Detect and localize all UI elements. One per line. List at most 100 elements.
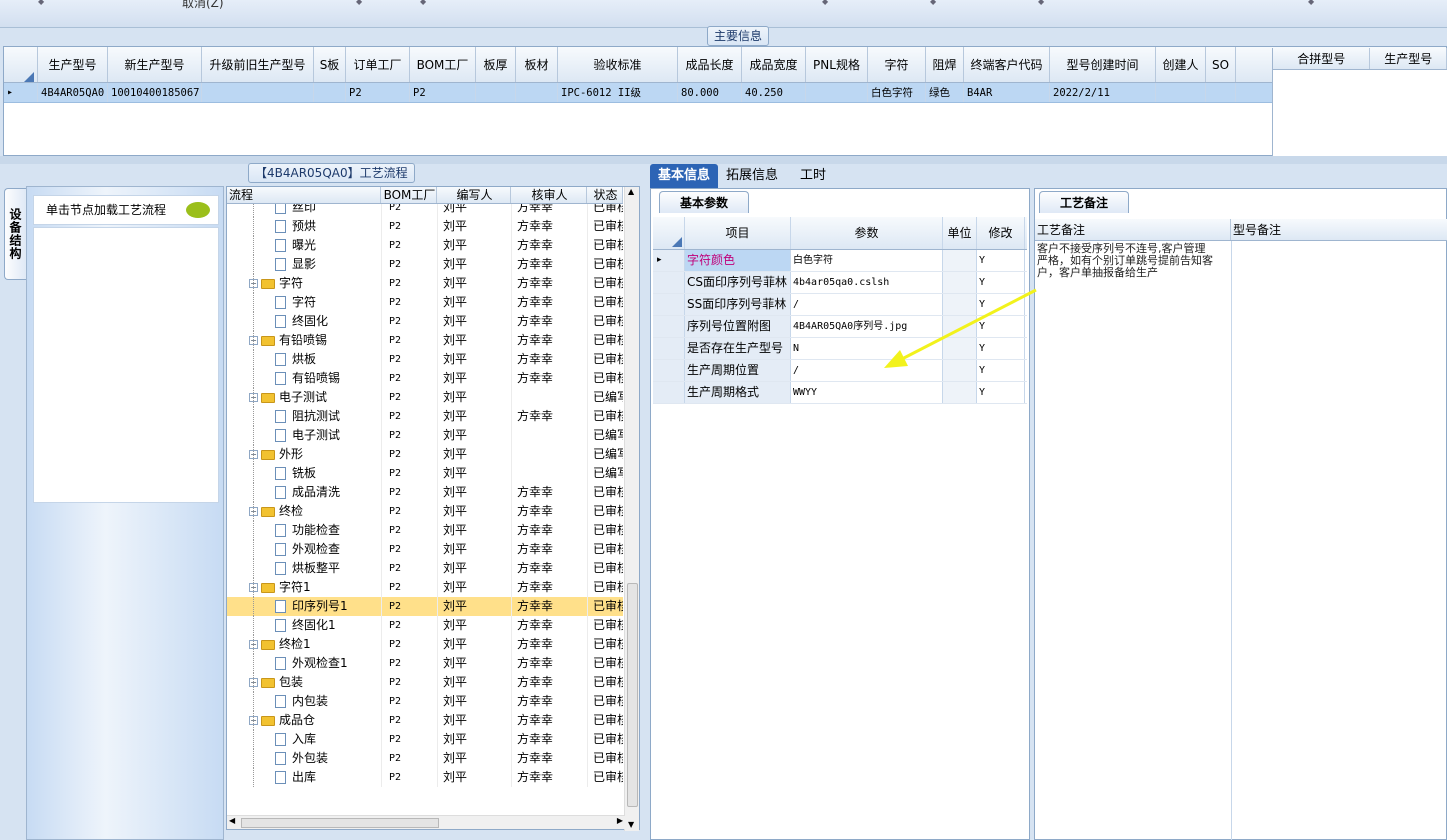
column-header[interactable]: 升级前旧生产型号	[202, 47, 314, 82]
tree-node[interactable]: 外观检查	[227, 540, 381, 559]
table-cell[interactable]: IPC-6012 II级	[558, 83, 678, 102]
param-column-header[interactable]: 单位	[943, 217, 977, 249]
table-cell[interactable]: 10010400185067	[108, 83, 202, 102]
tree-node[interactable]: 印序列号1	[227, 597, 381, 616]
tree-node[interactable]: 功能检查	[227, 521, 381, 540]
tree-node[interactable]: − 终检1	[227, 635, 381, 654]
tree-row[interactable]: 终固化1 P2刘平方幸幸已审核	[227, 616, 623, 635]
tree-node[interactable]: 成品清洗	[227, 483, 381, 502]
column-header[interactable]: 终端客户代码	[964, 47, 1050, 82]
tree-row[interactable]: 预烘 P2刘平方幸幸已审核	[227, 217, 623, 236]
tree-row[interactable]: −字符P2刘平方幸幸已审核	[227, 274, 623, 293]
table-cell[interactable]: 40.250	[742, 83, 806, 102]
tree-node[interactable]: 阻抗测试	[227, 407, 381, 426]
tab-extended-info[interactable]: 拓展信息	[718, 164, 786, 188]
tree-row[interactable]: 丝印 P2刘平方幸幸已审核	[227, 204, 623, 217]
row-indicator-icon[interactable]	[653, 272, 685, 293]
tree-node[interactable]: 预烘	[227, 217, 381, 236]
process-remark-text[interactable]: 客户不接受序列号不连号,客户管理严格，如有个别订单跳号提前告知客户，客户单抽报备…	[1037, 243, 1215, 279]
tree-row[interactable]: −字符1P2刘平方幸幸已审核	[227, 578, 623, 597]
tree-node[interactable]: 铣板	[227, 464, 381, 483]
equipment-tree[interactable]	[33, 227, 219, 503]
tree-row[interactable]: 外观检查1 P2刘平方幸幸已审核	[227, 654, 623, 673]
tree-node[interactable]: 丝印	[227, 204, 381, 217]
row-indicator-icon[interactable]	[653, 316, 685, 337]
column-header[interactable]: 新生产型号	[108, 47, 202, 82]
tree-node[interactable]: 终固化	[227, 312, 381, 331]
tree-row[interactable]: 成品清洗 P2刘平方幸幸已审核	[227, 483, 623, 502]
param-column-header[interactable]: 项目	[685, 217, 791, 249]
tree-node[interactable]: − 电子测试	[227, 388, 381, 407]
tree-row[interactable]: 烘板整平 P2刘平方幸幸已审核	[227, 559, 623, 578]
table-cell[interactable]	[202, 83, 314, 102]
tree-row[interactable]: 阻抗测试 P2刘平方幸幸已审核	[227, 407, 623, 426]
tree-row[interactable]: 铣板 P2刘平 已编写	[227, 464, 623, 483]
chevron-down-icon[interactable]: ◆	[822, 0, 828, 6]
chevron-down-icon[interactable]: ◆	[420, 0, 426, 6]
scroll-down-icon[interactable]: ▼	[628, 820, 634, 829]
tree-node[interactable]: 入库	[227, 730, 381, 749]
tree-row[interactable]: 印序列号1 P2刘平方幸幸已审核	[227, 597, 623, 616]
column-header[interactable]: SO	[1206, 47, 1236, 82]
tree-row[interactable]: 入库 P2刘平方幸幸已审核	[227, 730, 623, 749]
column-header[interactable]: 字符	[868, 47, 926, 82]
tree-row[interactable]: 外观检查 P2刘平方幸幸已审核	[227, 540, 623, 559]
table-cell[interactable]: 绿色	[926, 83, 964, 102]
tree-node[interactable]: 字符	[227, 293, 381, 312]
tab-basic-params[interactable]: 基本参数	[659, 191, 749, 213]
column-header[interactable]: 板材	[516, 47, 558, 82]
scrollbar-thumb[interactable]	[627, 583, 638, 807]
param-value-cell[interactable]: WWYY	[791, 382, 943, 403]
tree-node[interactable]: 内包装	[227, 692, 381, 711]
column-header[interactable]: 板厚	[476, 47, 516, 82]
tree-node[interactable]: 烘板整平	[227, 559, 381, 578]
tree-column-header[interactable]: 核审人	[511, 187, 587, 203]
tree-node[interactable]: − 成品仓	[227, 711, 381, 730]
tree-row[interactable]: 有铅喷锡 P2刘平方幸幸已审核	[227, 369, 623, 388]
model-remark-column-header[interactable]: 型号备注	[1231, 219, 1447, 240]
tree-row[interactable]: 内包装 P2刘平方幸幸已审核	[227, 692, 623, 711]
column-header[interactable]: 验收标准	[558, 47, 678, 82]
chevron-down-icon[interactable]: ◆	[356, 0, 362, 6]
equipment-structure-tab[interactable]: 设备结构	[4, 188, 26, 280]
merge-column-header[interactable]: 合拼型号	[1273, 48, 1371, 69]
horizontal-scrollbar[interactable]: ◀ ▶	[227, 815, 625, 829]
table-cell[interactable]: 4B4AR05QA0	[38, 83, 108, 102]
chevron-down-icon[interactable]: ◆	[1308, 0, 1314, 6]
tree-row[interactable]: 电子测试 P2刘平 已编写	[227, 426, 623, 445]
vertical-scrollbar[interactable]: ▲ ▼	[624, 187, 639, 831]
tree-row[interactable]: −电子测试P2刘平 已编写	[227, 388, 623, 407]
chevron-down-icon[interactable]: ◆	[38, 0, 44, 6]
tree-node[interactable]: − 字符	[227, 274, 381, 293]
tree-row[interactable]: −终检P2刘平方幸幸已审核	[227, 502, 623, 521]
column-header[interactable]: 成品宽度	[742, 47, 806, 82]
tree-row[interactable]: −成品仓P2刘平方幸幸已审核	[227, 711, 623, 730]
process-remark-column-header[interactable]: 工艺备注	[1035, 219, 1231, 240]
scroll-up-icon[interactable]: ▲	[628, 187, 634, 196]
tree-row[interactable]: −终检1P2刘平方幸幸已审核	[227, 635, 623, 654]
tree-node[interactable]: − 终检	[227, 502, 381, 521]
column-header[interactable]: 订单工厂	[346, 47, 410, 82]
tree-node[interactable]: 曝光	[227, 236, 381, 255]
tree-node[interactable]: 外包装	[227, 749, 381, 768]
table-cell[interactable]	[806, 83, 868, 102]
tree-node[interactable]: − 有铅喷锡	[227, 331, 381, 350]
column-header[interactable]: 成品长度	[678, 47, 742, 82]
column-header[interactable]: BOM工厂	[410, 47, 476, 82]
production-model-column-header[interactable]: 生产型号	[1370, 48, 1447, 69]
param-value-cell[interactable]: 白色字符	[791, 250, 943, 271]
table-cell[interactable]: P2	[346, 83, 410, 102]
scroll-left-icon[interactable]: ◀	[229, 816, 235, 825]
table-cell[interactable]: 80.000	[678, 83, 742, 102]
table-cell[interactable]: B4AR	[964, 83, 1050, 102]
table-cell[interactable]	[314, 83, 346, 102]
tree-row[interactable]: 出库 P2刘平方幸幸已审核	[227, 768, 623, 787]
param-column-header[interactable]: 修改	[977, 217, 1025, 249]
table-cell[interactable]: 白色字符	[868, 83, 926, 102]
column-header[interactable]: PNL规格	[806, 47, 868, 82]
tree-row[interactable]: 终固化 P2刘平方幸幸已审核	[227, 312, 623, 331]
column-header[interactable]: 生产型号	[38, 47, 108, 82]
chevron-down-icon[interactable]: ◆	[930, 0, 936, 6]
tree-column-header[interactable]: 流程	[227, 187, 381, 203]
tree-node[interactable]: 电子测试	[227, 426, 381, 445]
